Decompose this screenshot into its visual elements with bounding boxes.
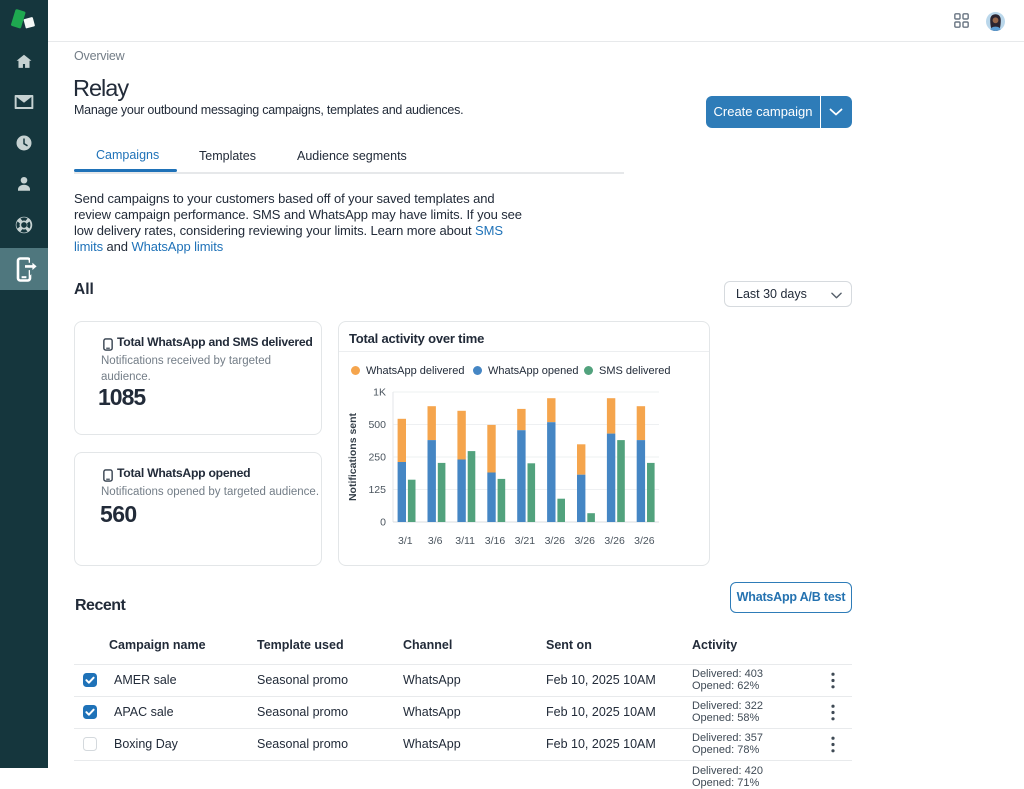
svg-text:3/26: 3/26 bbox=[574, 535, 595, 547]
svg-text:3/26: 3/26 bbox=[545, 535, 566, 547]
svg-text:3/21: 3/21 bbox=[515, 535, 536, 547]
svg-text:3/6: 3/6 bbox=[428, 535, 443, 547]
svg-text:3/26: 3/26 bbox=[634, 535, 655, 547]
svg-text:250: 250 bbox=[368, 452, 386, 464]
svg-text:3/1: 3/1 bbox=[398, 535, 413, 547]
svg-text:500: 500 bbox=[368, 419, 386, 431]
svg-text:0: 0 bbox=[380, 517, 386, 529]
svg-text:Notifications sent: Notifications sent bbox=[347, 412, 359, 501]
svg-text:3/16: 3/16 bbox=[485, 535, 506, 547]
svg-text:1K: 1K bbox=[373, 387, 386, 399]
svg-text:3/11: 3/11 bbox=[455, 535, 475, 547]
svg-text:125: 125 bbox=[368, 484, 386, 496]
svg-text:3/26: 3/26 bbox=[604, 535, 625, 547]
